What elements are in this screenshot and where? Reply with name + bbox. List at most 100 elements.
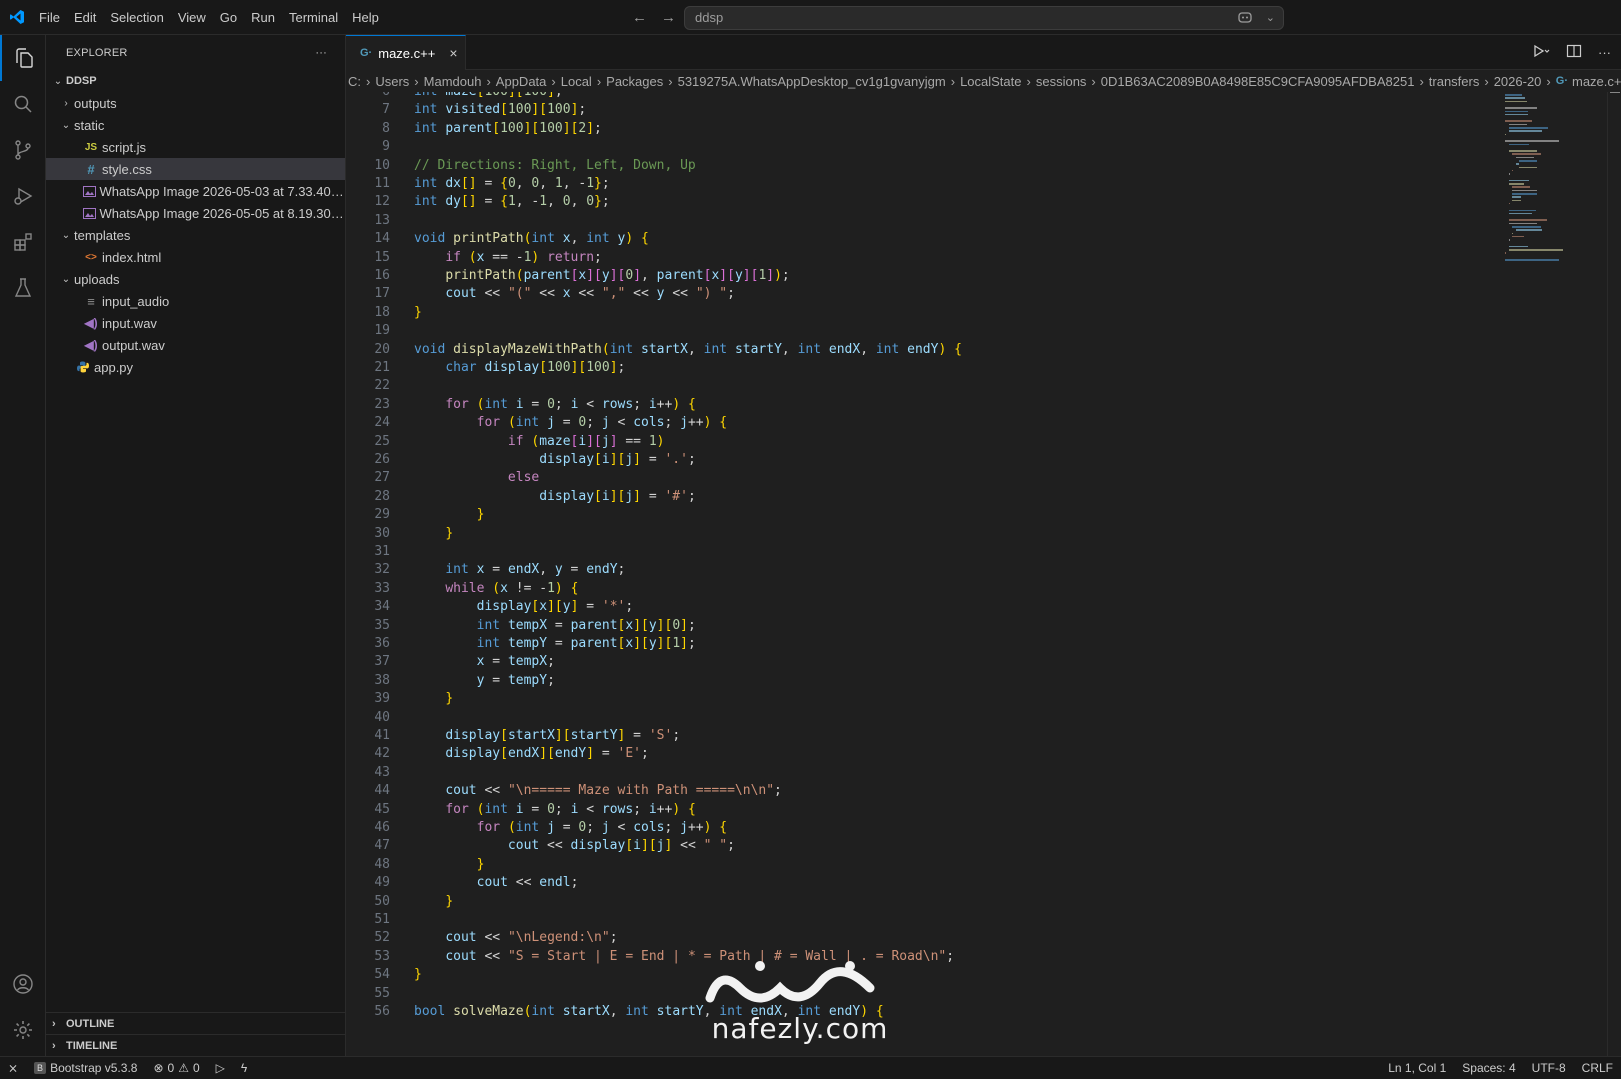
menu-view[interactable]: View [171,0,213,35]
code-line[interactable]: if (maze[i][j] == 1) [414,432,665,451]
indentation-status[interactable]: Spaces: 4 [1454,1057,1523,1079]
menu-terminal[interactable]: Terminal [282,0,345,35]
code-line[interactable]: cout << "(" << x << "," << y << ") "; [414,284,735,303]
code-line[interactable]: printPath(parent[x][y][0], parent[x][y][… [414,266,789,285]
minimap[interactable] [1505,92,1605,392]
tree-folder-outputs[interactable]: › outputs [46,92,345,114]
breadcrumb-segment[interactable]: AppData [496,74,547,89]
code-line[interactable]: cout << "\n===== Maze with Path =====\n\… [414,781,782,800]
search-icon[interactable] [0,81,46,127]
tree-file-app-py[interactable]: app.py [46,356,345,378]
code-line[interactable]: void displayMazeWithPath(int startX, int… [414,340,962,359]
code-line[interactable]: int visited[100][100]; [414,100,586,119]
tree-file-index-html[interactable]: <> index.html [46,246,345,268]
breadcrumb-file[interactable]: maze.c++ [1572,74,1621,89]
vertical-scrollbar[interactable] [1607,92,1621,1056]
code-line[interactable]: } [414,965,422,984]
more-actions-icon[interactable]: ··· [315,47,327,59]
code-line[interactable]: display[x][y] = '*'; [414,597,634,616]
explorer-icon[interactable] [0,35,46,81]
menu-help[interactable]: Help [345,0,386,35]
breadcrumb-segment[interactable]: C: [348,74,361,89]
breadcrumb-segment[interactable]: 2026-20 [1494,74,1542,89]
close-icon[interactable]: × [449,45,457,61]
settings-gear-icon[interactable] [0,1007,46,1053]
code-line[interactable]: display[i][j] = '.'; [414,450,696,469]
back-arrow-icon[interactable]: ← [632,9,647,26]
tree-file-output-wav[interactable]: ◀) output.wav [46,334,345,356]
split-editor-icon[interactable] [1566,43,1582,62]
code-line[interactable]: } [414,689,453,708]
code-line[interactable]: for (int j = 0; j < cols; j++) { [414,818,728,837]
problems-status[interactable]: ⊗ 0 ⚠ 0 [145,1057,207,1079]
bootstrap-status[interactable]: B Bootstrap v5.3.8 [26,1057,145,1079]
copilot-icon[interactable] [1237,10,1253,32]
code-line[interactable]: } [414,892,453,911]
tree-file-image-1[interactable]: WhatsApp Image 2026-05-03 at 7.33.40 PM.… [46,180,345,202]
code-line[interactable]: } [414,855,485,874]
remote-indicator[interactable]: ⨯ [0,1057,26,1079]
code-line[interactable]: int dx[] = {0, 0, 1, -1}; [414,174,610,193]
tree-folder-static[interactable]: ⌄ static [46,114,345,136]
menu-go[interactable]: Go [213,0,244,35]
code-line[interactable]: y = tempY; [414,671,555,690]
tab-maze-cpp[interactable]: G· maze.c++ × [346,35,466,70]
code-line[interactable]: int dy[] = {1, -1, 0, 0}; [414,192,610,211]
menu-run[interactable]: Run [244,0,282,35]
run-code-icon[interactable] [1532,43,1550,62]
code-line[interactable]: display[i][j] = '#'; [414,487,696,506]
code-line[interactable]: for (int j = 0; j < cols; j++) { [414,413,728,432]
eol-status[interactable]: CRLF [1574,1057,1621,1079]
tree-file-input-wav[interactable]: ◀) input.wav [46,312,345,334]
tree-file-image-2[interactable]: WhatsApp Image 2026-05-05 at 8.19.30 PM.… [46,202,345,224]
breadcrumb-segment[interactable]: Users [375,74,409,89]
tree-file-input-audio[interactable]: ≡ input_audio [46,290,345,312]
chevron-down-icon[interactable]: ⌄ [1266,7,1275,29]
testing-flask-icon[interactable] [0,265,46,311]
code-line[interactable]: if (x == -1) return; [414,248,602,267]
more-actions-icon[interactable]: ··· [1598,45,1611,60]
breadcrumb-segment[interactable]: transfers [1429,74,1480,89]
tree-file-style-css[interactable]: # style.css [46,158,345,180]
account-icon[interactable] [0,961,46,1007]
code-line[interactable]: x = tempX; [414,652,555,671]
code-line[interactable]: int x = endX, y = endY; [414,560,625,579]
tree-folder-uploads[interactable]: ⌄ uploads [46,268,345,290]
code-line[interactable]: display[startX][startY] = 'S'; [414,726,680,745]
code-line[interactable]: int tempX = parent[x][y][0]; [414,616,696,635]
source-control-icon[interactable] [0,127,46,173]
outline-section[interactable]: › OUTLINE [46,1012,346,1034]
lightning-status[interactable]: ϟ [233,1057,255,1079]
run-debug-icon[interactable] [0,173,46,219]
menu-file[interactable]: File [32,0,67,35]
tree-file-script-js[interactable]: JS script.js [46,136,345,158]
command-center-search[interactable]: ddsp ⌄ [684,6,1284,30]
breadcrumb-segment[interactable]: 5319275A.WhatsAppDesktop_cv1g1gvanyjgm [678,74,946,89]
code-line[interactable]: cout << endl; [414,873,579,892]
code-line[interactable]: int parent[100][100][2]; [414,119,602,138]
code-line[interactable]: int tempY = parent[x][y][1]; [414,634,696,653]
code-line[interactable]: char display[100][100]; [414,358,625,377]
cursor-position[interactable]: Ln 1, Col 1 [1380,1057,1454,1079]
code-line[interactable]: cout << display[i][j] << " "; [414,836,735,855]
code-line[interactable]: } [414,505,485,524]
code-line[interactable]: for (int i = 0; i < rows; i++) { [414,800,696,819]
tree-folder-templates[interactable]: ⌄ templates [46,224,345,246]
encoding-status[interactable]: UTF-8 [1524,1057,1574,1079]
code-line[interactable]: // Directions: Right, Left, Down, Up [414,156,696,175]
breadcrumb-segment[interactable]: Local [561,74,592,89]
breadcrumb-segment[interactable]: Mamdouh [424,74,482,89]
timeline-section[interactable]: › TIMELINE [46,1034,346,1056]
code-line[interactable]: while (x != -1) { [414,579,578,598]
menu-selection[interactable]: Selection [103,0,170,35]
breadcrumb-segment[interactable]: Packages [606,74,663,89]
menu-edit[interactable]: Edit [67,0,103,35]
code-line[interactable]: void printPath(int x, int y) { [414,229,649,248]
code-line[interactable]: display[endX][endY] = 'E'; [414,744,649,763]
code-line[interactable]: cout << "\nLegend:\n"; [414,928,617,947]
breadcrumb-segment[interactable]: sessions [1036,74,1087,89]
breadcrumb-segment[interactable]: 0D1B63AC2089B0A8498E85C9CFA9095AFDBA8251 [1101,74,1415,89]
code-line[interactable]: else [414,468,539,487]
breadcrumb-segment[interactable]: LocalState [960,74,1021,89]
code-line[interactable]: } [414,303,422,322]
